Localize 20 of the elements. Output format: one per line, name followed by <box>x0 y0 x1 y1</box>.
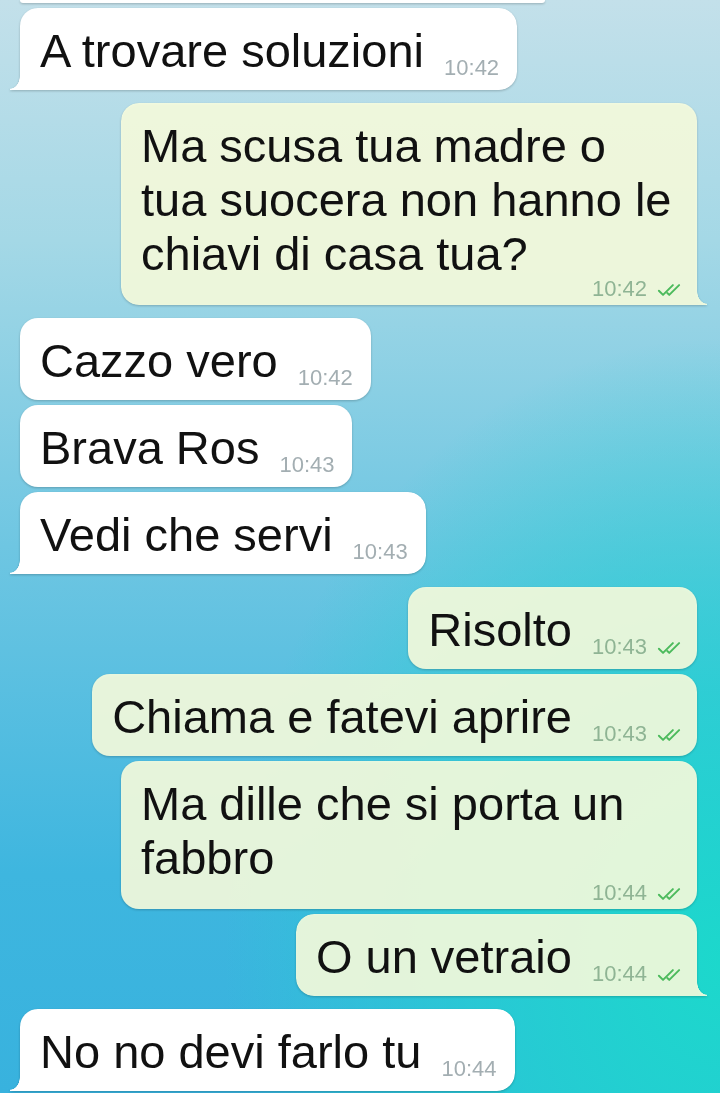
message-time: 10:42 <box>444 60 500 76</box>
message-text: Brava Ros <box>40 421 260 474</box>
message-text: A trovare soluzioni <box>40 24 425 77</box>
message-text: Risolto <box>428 603 572 656</box>
message-text: Vedi che servi <box>40 508 333 561</box>
message-time: 10:43 <box>591 639 647 655</box>
message-time: 10:44 <box>441 1061 497 1077</box>
message-text: Ma scusa tua madre o tua suocera non hanno le chiavi di casa tua? <box>141 119 672 280</box>
message-text: Chiama e fatevi aprire <box>112 690 572 743</box>
message-text: O un vetraio <box>315 930 572 983</box>
message-time: 10:44 <box>591 966 647 982</box>
message-text: Ma dille che si porta un fabbro <box>141 777 625 884</box>
message-time: 10:43 <box>591 726 647 742</box>
message-time: 10:42 <box>297 370 353 386</box>
message-time: 10:42 <box>591 281 647 297</box>
message-text: No no devi farlo tu <box>40 1025 422 1078</box>
message-time: 10:43 <box>352 544 408 560</box>
message-text: Cazzo vero <box>40 334 278 387</box>
message-time: 10:44 <box>591 885 647 901</box>
message-time: 10:43 <box>279 457 335 473</box>
